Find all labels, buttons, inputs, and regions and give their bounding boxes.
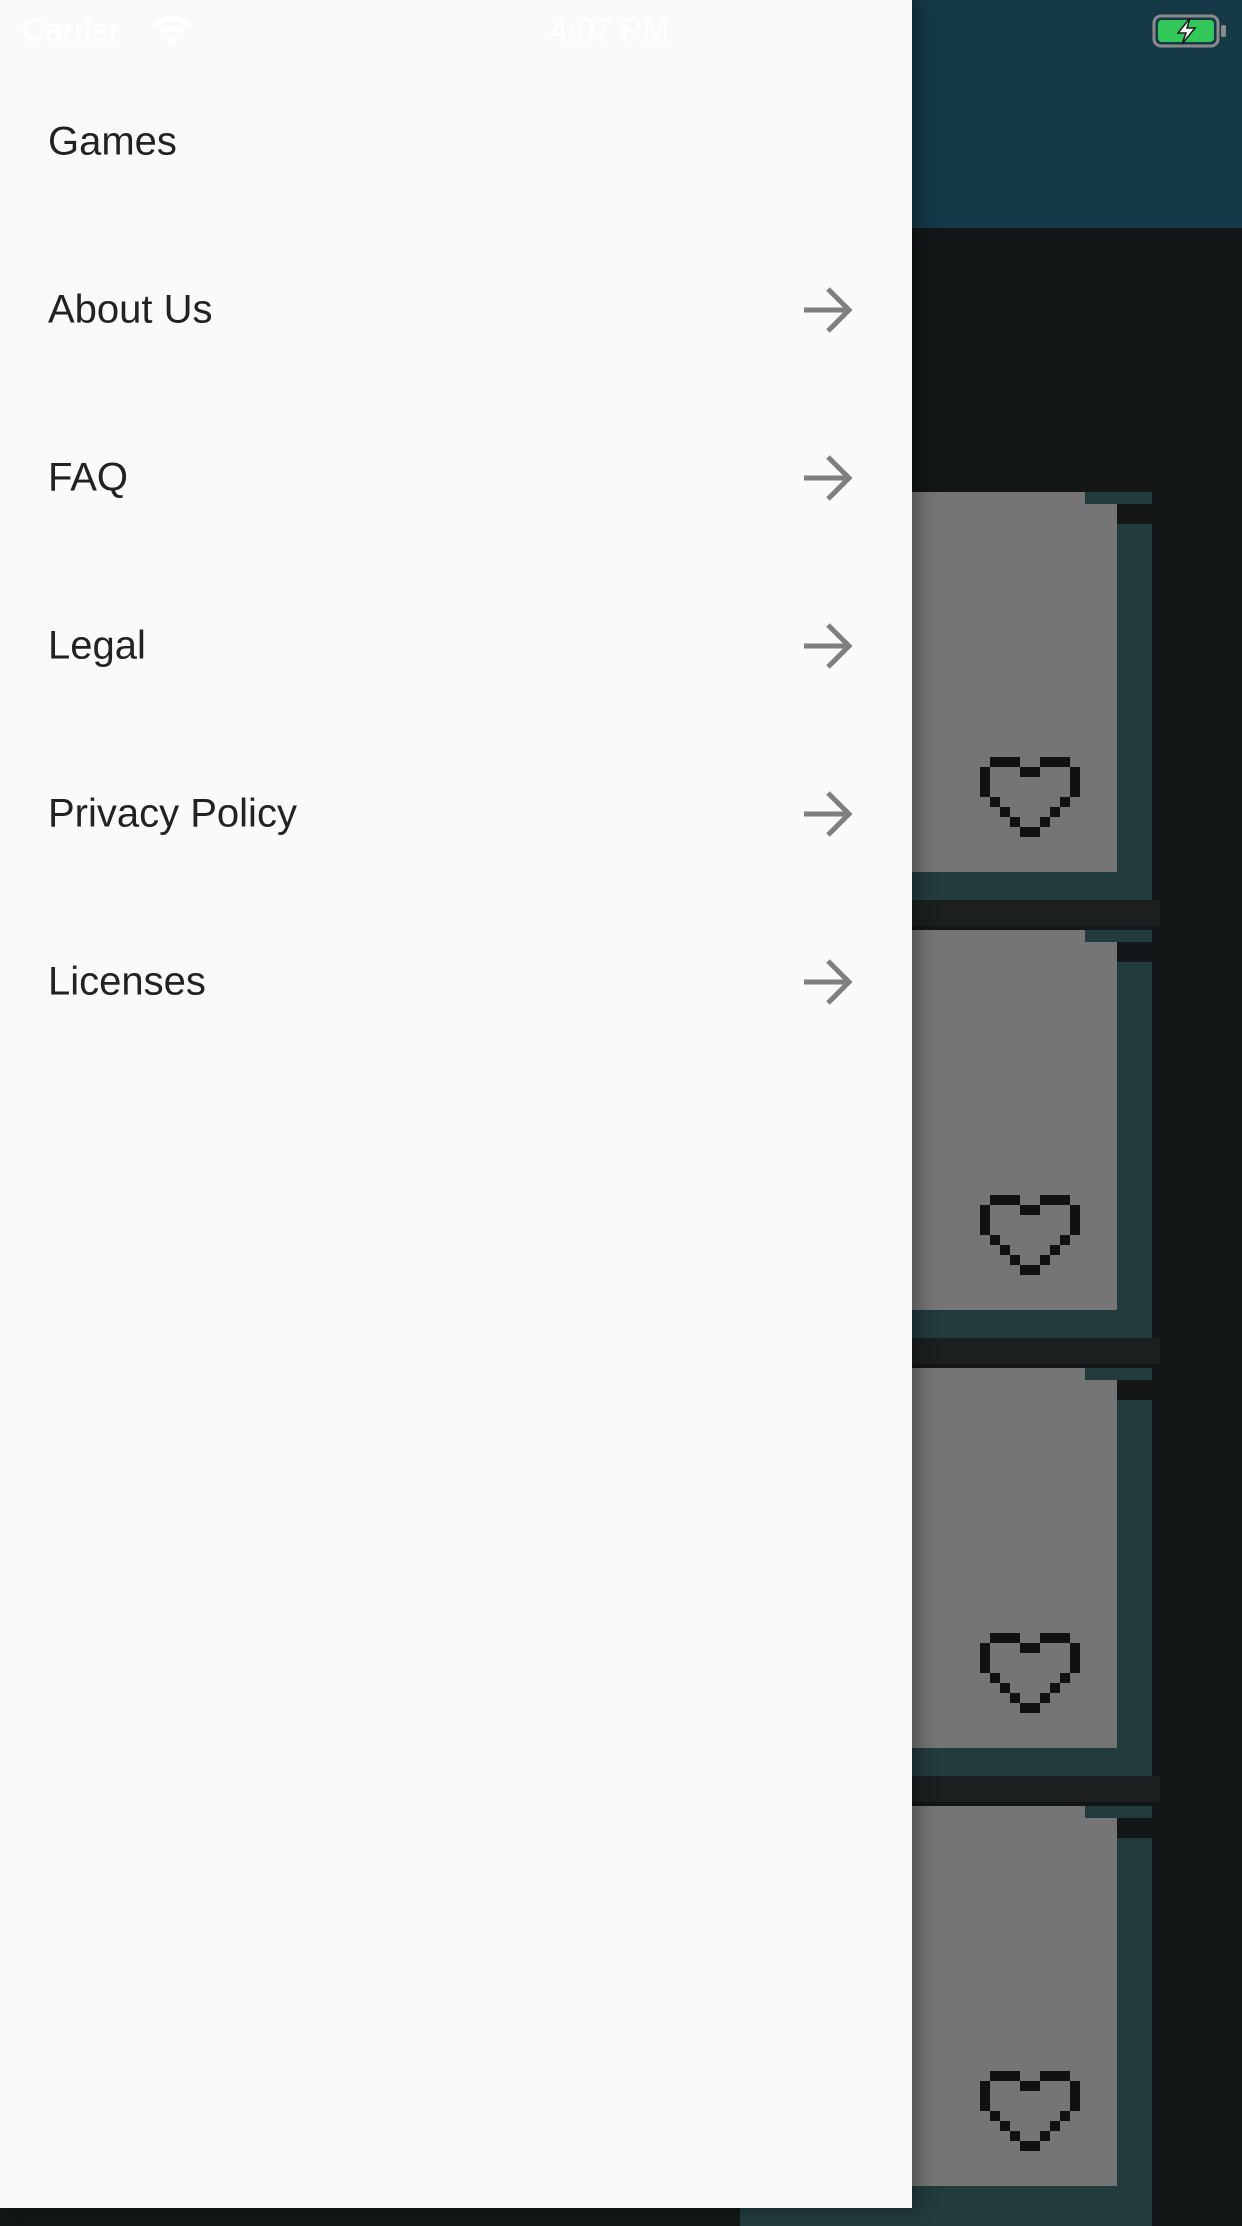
- arrow-right-icon: [804, 791, 853, 837]
- drawer-item-games[interactable]: Games: [0, 58, 912, 226]
- arrow-right-icon: [804, 959, 853, 1005]
- drawer-item-label: Legal: [48, 623, 146, 668]
- drawer-item-legal[interactable]: Legal: [0, 562, 912, 730]
- wifi-icon: [152, 16, 192, 45]
- drawer-item-faq[interactable]: FAQ: [0, 394, 912, 562]
- favorite-heart-icon[interactable]: [980, 757, 1080, 847]
- carrier-label: Carrier: [22, 12, 120, 48]
- arrow-right-icon: [804, 287, 853, 333]
- drawer-item-licenses[interactable]: Licenses: [0, 898, 912, 1066]
- drawer-item-about-us[interactable]: About Us: [0, 226, 912, 394]
- drawer-item-label: Privacy Policy: [48, 791, 297, 836]
- drawer-item-label: Licenses: [48, 959, 206, 1004]
- navigation-drawer: Games About Us FAQ Legal Privacy Policy …: [0, 0, 912, 2208]
- drawer-item-label: FAQ: [48, 455, 129, 500]
- favorite-heart-icon[interactable]: [980, 2071, 1080, 2161]
- favorite-heart-icon[interactable]: [980, 1195, 1080, 1285]
- battery-charging-icon: [1152, 14, 1226, 48]
- drawer-item-label: About Us: [48, 287, 213, 332]
- arrow-right-icon: [804, 455, 853, 501]
- status-bar: Carrier 4:07 PM: [0, 0, 1242, 62]
- drawer-item-privacy-policy[interactable]: Privacy Policy: [0, 730, 912, 898]
- favorite-heart-icon[interactable]: [980, 1633, 1080, 1723]
- clock-label: 4:07 PM: [550, 12, 670, 48]
- arrow-right-icon: [804, 623, 853, 669]
- drawer-item-label: Games: [48, 119, 177, 164]
